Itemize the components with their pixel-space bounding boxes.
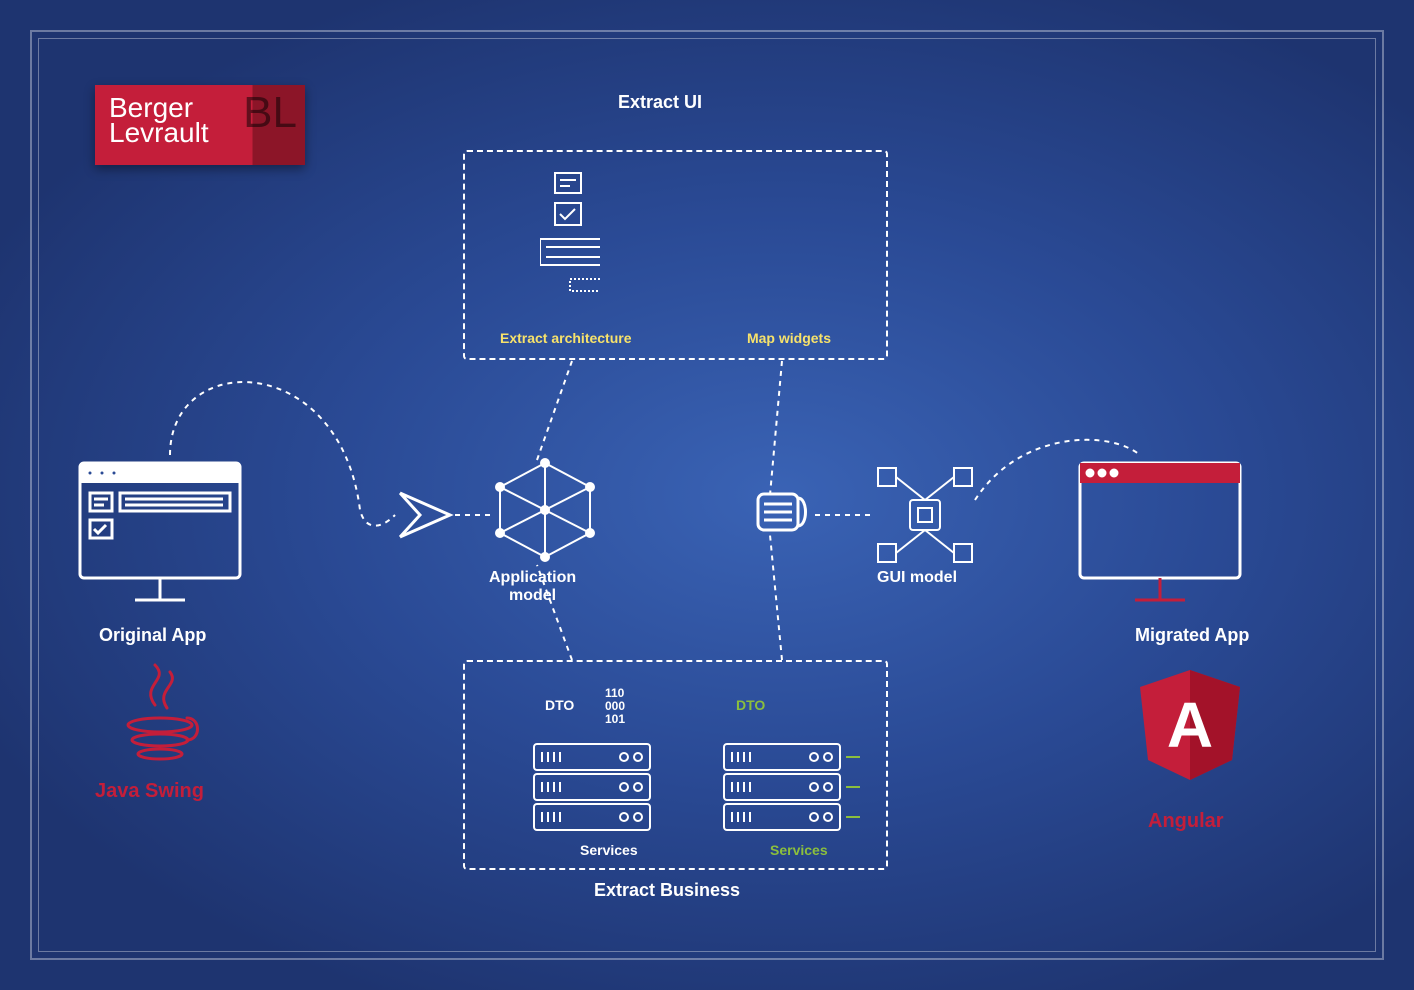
gui-model-icon [870,460,980,570]
title-extract-business: Extract Business [594,880,740,901]
dto-label-right: DTO [736,697,765,713]
dto-label-left: DTO [545,697,574,713]
logo-monogram: BL [243,93,297,133]
transform-icon [752,480,817,545]
migrated-app-monitor-icon [1075,458,1245,618]
berger-levrault-logo: Berger Levrault BL [95,85,305,165]
title-extract-ui: Extract UI [618,92,702,113]
gui-model-label: GUI model [877,569,957,587]
original-tech-label: Java Swing [95,780,204,803]
angular-letter: A [1167,689,1213,761]
java-icon [115,660,205,770]
application-model-icon [490,455,600,565]
original-app-monitor-icon [75,458,245,618]
server-stack-icon-right [722,742,842,837]
angular-icon: A [1135,665,1245,785]
extract-ui-box: Extract architecture Map widgets [463,150,888,360]
migrated-tech-label: Angular [1148,810,1224,833]
map-widgets-label: Map widgets [747,330,831,346]
services-label-left: Services [580,842,638,858]
application-model-label: Application model [489,569,576,605]
import-arrow-icon [395,485,460,545]
original-app-label: Original App [99,625,206,646]
green-tick-connectors [846,749,866,844]
services-label-right: Services [770,842,828,858]
server-stack-icon-left [532,742,652,837]
extract-business-box: DTO 110 000 101 Services DTO [463,660,888,870]
binary-code-text: 110 000 101 [605,687,625,727]
extract-architecture-label: Extract architecture [500,330,632,346]
ui-widgets-icon [540,167,600,317]
migrated-app-label: Migrated App [1135,625,1249,646]
